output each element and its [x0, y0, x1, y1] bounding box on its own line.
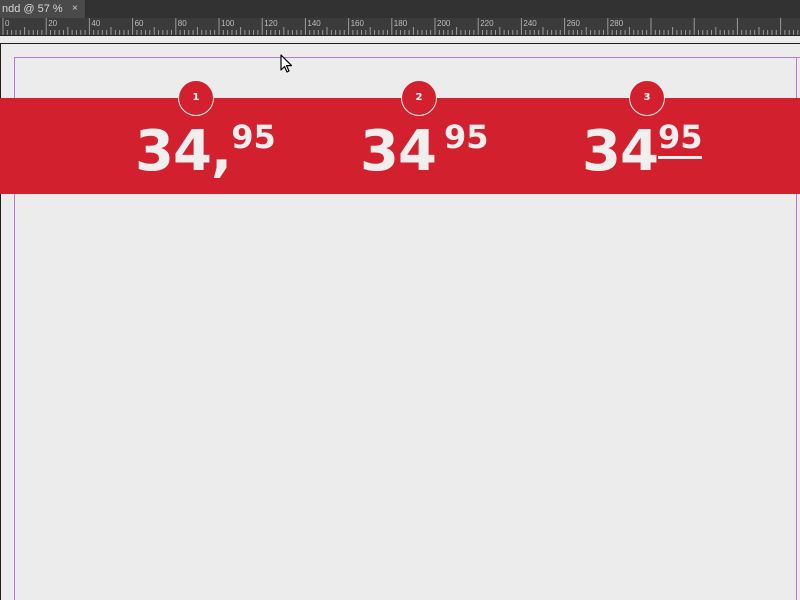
- ruler-label: 140: [307, 19, 321, 28]
- step-badge-3[interactable]: 3: [629, 80, 665, 116]
- document-tab-bar: ndd @ 57 % ×: [0, 0, 800, 18]
- price-fraction-1: 95: [231, 118, 276, 156]
- horizontal-ruler[interactable]: 0 20 40 60 80 100 120 140 160 180 200 220 240 260 280: [0, 18, 800, 36]
- ruler-label: 120: [264, 19, 278, 28]
- ruler-label: 180: [393, 19, 408, 28]
- step-badge-2[interactable]: 2: [401, 80, 437, 116]
- ruler-label: 280: [609, 19, 624, 28]
- price-variant-1[interactable]: 34,95: [135, 119, 276, 184]
- close-icon[interactable]: ×: [72, 0, 78, 18]
- price-main-2: 34: [360, 119, 437, 184]
- ruler-label: 100: [221, 19, 235, 28]
- pasteboard[interactable]: 1 34,95 2 34 95 3 3495: [0, 36, 800, 600]
- price-fraction-3: 95: [657, 118, 703, 159]
- price-main-1: 34,: [135, 119, 232, 184]
- document-tab-title: ndd @ 57 %: [2, 3, 63, 15]
- ruler-label: 60: [134, 19, 144, 28]
- price-variant-3[interactable]: 3495: [582, 118, 703, 184]
- step-badge-1[interactable]: 1: [178, 80, 214, 116]
- price-band[interactable]: 1 34,95 2 34 95 3 3495: [0, 80, 800, 194]
- ruler-label: 220: [480, 19, 494, 28]
- ruler-label: 40: [91, 19, 101, 28]
- ruler-label: 240: [523, 19, 537, 28]
- ruler-label: 20: [48, 19, 58, 28]
- price-main-3: 34: [582, 119, 659, 184]
- ruler-label: 260: [566, 19, 580, 28]
- ruler-label: 80: [177, 19, 187, 28]
- page-edge-top: [0, 43, 800, 44]
- price-fraction-2: 95: [443, 118, 489, 156]
- margin-guide-top: [14, 57, 800, 58]
- price-variant-2[interactable]: 34 95: [360, 119, 488, 184]
- ruler-label: 200: [437, 19, 451, 28]
- document-tab[interactable]: ndd @ 57 % ×: [0, 0, 86, 18]
- arrow-cursor-icon: [280, 54, 293, 73]
- ruler-label: 160: [350, 19, 364, 28]
- ruler-label: 0: [5, 19, 10, 28]
